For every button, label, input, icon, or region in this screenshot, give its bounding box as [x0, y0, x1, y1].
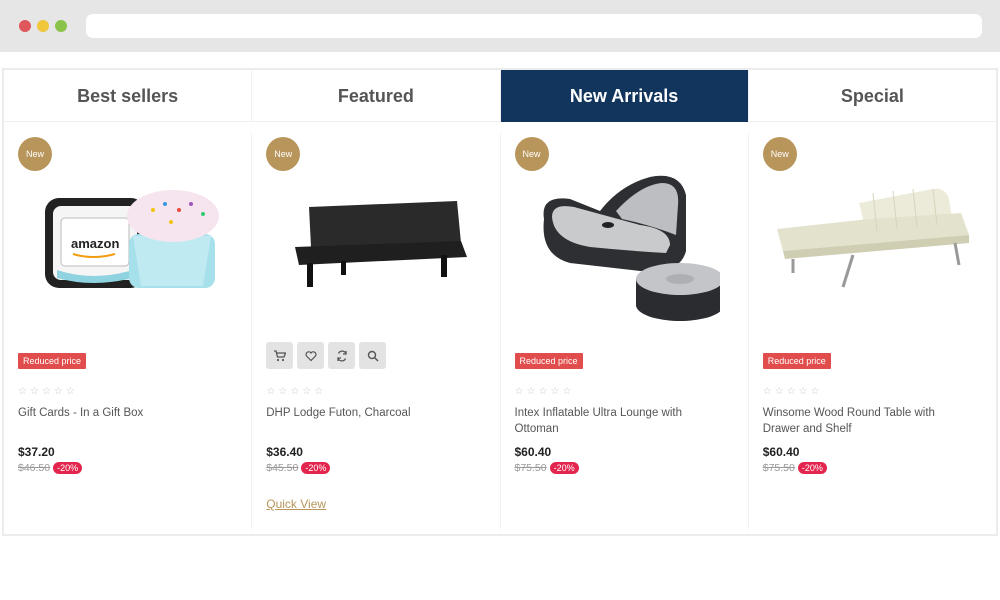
star-icon: ☆	[774, 386, 784, 397]
product-name[interactable]: Gift Cards - In a Gift Box	[18, 405, 228, 421]
product-name[interactable]: Winsome Wood Round Table with Drawer and…	[763, 405, 973, 437]
tab-featured[interactable]: Featured	[252, 70, 501, 122]
star-icon: ☆	[550, 386, 560, 397]
search-icon	[367, 350, 379, 362]
old-price-row: $46.50 -20%	[18, 462, 83, 474]
star-icon: ☆	[41, 386, 51, 397]
rating-stars: ☆ ☆ ☆ ☆ ☆	[515, 386, 572, 397]
refresh-icon	[337, 349, 347, 362]
tab-best-sellers[interactable]: Best sellers	[4, 70, 253, 122]
product-tabs-widget: Best sellers Featured New Arrivals Speci…	[2, 68, 998, 536]
product-card[interactable]: New Reduced price ☆ ☆ ☆ ☆ ☆ Winsome Wood…	[749, 133, 996, 529]
minimize-window-dot[interactable]	[37, 20, 49, 32]
product-image-lounge[interactable]	[525, 147, 725, 332]
add-to-cart-button[interactable]	[266, 342, 294, 369]
tab-bar: Best sellers Featured New Arrivals Speci…	[4, 70, 996, 122]
star-icon: ☆	[266, 386, 276, 397]
star-icon: ☆	[65, 386, 75, 397]
maximize-window-dot[interactable]	[55, 20, 67, 32]
quick-view-link[interactable]: Quick View	[266, 497, 326, 511]
quick-view-button[interactable]	[359, 342, 387, 369]
rating-stars: ☆ ☆ ☆ ☆ ☆	[18, 386, 75, 397]
star-icon: ☆	[786, 386, 796, 397]
old-price-row: $75.50 -20%	[515, 462, 579, 474]
star-icon: ☆	[562, 386, 572, 397]
rating-stars: ☆ ☆ ☆ ☆ ☆	[763, 386, 820, 397]
svg-text:amazon: amazon	[71, 236, 119, 251]
address-bar[interactable]	[86, 14, 982, 38]
star-icon: ☆	[29, 386, 39, 397]
product-image-sofa[interactable]	[773, 147, 973, 332]
product-grid: New amazon Reduced price ☆ ☆ ☆ ☆ ☆ Gift …	[4, 123, 996, 534]
old-price: $75.50	[514, 462, 547, 474]
tab-special[interactable]: Special	[749, 70, 996, 122]
star-icon: ☆	[762, 386, 772, 397]
discount-badge: -20%	[301, 462, 331, 474]
star-icon: ☆	[514, 386, 524, 397]
product-price: $36.40	[266, 445, 303, 459]
reduced-price-badge: Reduced price	[18, 353, 87, 369]
product-price: $60.40	[762, 445, 800, 459]
star-icon: ☆	[810, 386, 820, 397]
reduced-price-badge: Reduced price	[762, 353, 831, 369]
browser-chrome	[0, 0, 1000, 52]
star-icon: ☆	[278, 386, 288, 397]
old-price: $46.50	[18, 462, 51, 474]
product-actions	[266, 342, 387, 369]
heart-icon	[305, 350, 317, 361]
star-icon: ☆	[538, 386, 548, 397]
tab-new-arrivals[interactable]: New Arrivals	[500, 70, 749, 122]
product-name[interactable]: Intex Inflatable Ultra Lounge with Ottom…	[515, 405, 725, 437]
star-icon: ☆	[53, 386, 63, 397]
wishlist-button[interactable]	[297, 342, 325, 369]
product-price: $60.40	[514, 445, 552, 459]
old-price-row: $45.50 -20%	[266, 462, 331, 474]
product-price: $37.20	[18, 445, 55, 459]
product-image-futon[interactable]	[276, 147, 476, 332]
compare-button[interactable]	[328, 342, 356, 369]
close-window-dot[interactable]	[19, 20, 31, 32]
old-price-row: $75.50 -20%	[763, 462, 827, 474]
star-icon: ☆	[526, 386, 536, 397]
discount-badge: -20%	[549, 462, 579, 474]
product-card[interactable]: New ☆ ☆ ☆ ☆ ☆ DHP Lodge Futon, Charcoal …	[252, 133, 501, 529]
rating-stars: ☆ ☆ ☆ ☆ ☆	[266, 386, 323, 397]
star-icon: ☆	[290, 386, 300, 397]
product-card[interactable]: New Reduced price ☆ ☆ ☆ ☆ ☆ Intex Inflatable…	[501, 133, 749, 529]
old-price: $75.50	[762, 462, 795, 474]
star-icon: ☆	[314, 386, 324, 397]
old-price: $45.50	[266, 462, 299, 474]
product-card[interactable]: New amazon Reduced price ☆ ☆ ☆ ☆ ☆ Gift …	[4, 133, 253, 529]
discount-badge: -20%	[797, 462, 827, 474]
reduced-price-badge: Reduced price	[514, 353, 583, 369]
star-icon: ☆	[302, 386, 312, 397]
product-image-gift-cards[interactable]: amazon	[28, 147, 228, 332]
cart-icon	[273, 349, 286, 361]
discount-badge: -20%	[53, 462, 83, 474]
star-icon: ☆	[798, 386, 808, 397]
product-name[interactable]: DHP Lodge Futon, Charcoal	[266, 405, 476, 421]
star-icon: ☆	[18, 386, 27, 397]
